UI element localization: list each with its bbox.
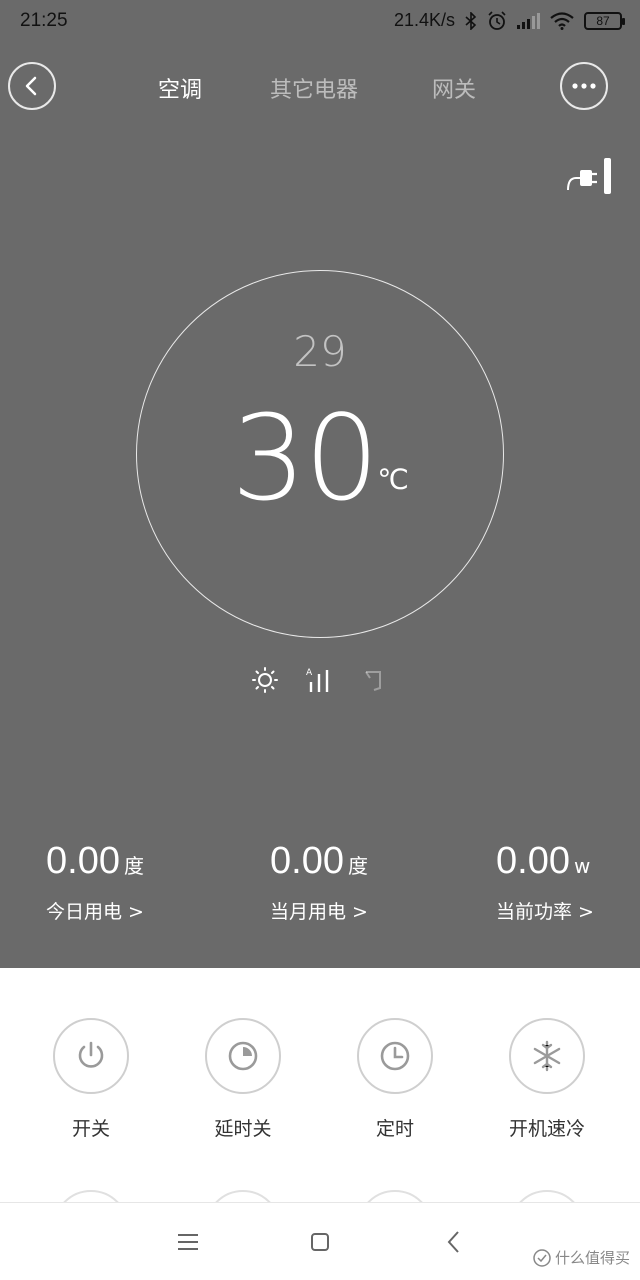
power-icon [78, 1041, 104, 1068]
next-row-control-1[interactable] [53, 1190, 129, 1202]
energy-stats: 0.00 度 今日用电 > 0.00 度 当月用电 > 0.00 w 当前功率 > [0, 840, 640, 940]
stat-month-value: 0.00 [270, 840, 344, 882]
net-speed: 21.4K/s [393, 10, 455, 30]
top-nav: 空调 其它电器 网关 [0, 60, 640, 116]
current-temperature-value: 30 [231, 389, 379, 527]
stat-power[interactable]: 0.00 w 当前功率 > [496, 840, 594, 924]
timer-ring [357, 1018, 433, 1094]
more-button[interactable] [560, 62, 608, 110]
delay-off-label: 延时关 [214, 1118, 272, 1140]
stat-month-unit: 度 [347, 854, 368, 878]
stat-today-label: 今日用电 > [46, 901, 144, 923]
system-nav-bar: 什么值得买 [0, 1202, 640, 1280]
watermark: 什么值得买 [533, 1247, 630, 1268]
quick-cool-button[interactable]: 开机速冷 [487, 1018, 607, 1141]
tab-air-conditioner[interactable]: 空调 [158, 72, 202, 104]
timer-button[interactable]: 定时 [335, 1018, 455, 1141]
stat-today-unit: 度 [123, 854, 144, 878]
clock-icon [380, 1041, 410, 1071]
svg-text:A: A [306, 668, 313, 678]
watermark-text: 什么值得买 [554, 1249, 630, 1267]
mode-indicators: A [0, 666, 640, 696]
more-dots-icon [572, 83, 596, 89]
power-label: 开关 [71, 1118, 110, 1140]
menu-icon[interactable] [175, 1229, 201, 1255]
stat-today[interactable]: 0.00 度 今日用电 > [46, 840, 144, 924]
next-row-control-3[interactable] [357, 1190, 433, 1202]
tab-gateway[interactable]: 网关 [432, 72, 476, 104]
status-time: 21:25 [20, 10, 68, 31]
battery-level: 87 [596, 13, 610, 28]
delay-off-ring [205, 1018, 281, 1094]
current-temperature: 30℃ [137, 389, 503, 527]
power-ring [53, 1018, 129, 1094]
swing-icon[interactable] [360, 666, 388, 694]
stat-power-unit: w [573, 854, 591, 878]
quick-cool-ring [509, 1018, 585, 1094]
fan-speed-auto-icon[interactable]: A [306, 666, 334, 694]
status-bar: 21:25 21.4K/s 87 [0, 0, 640, 44]
status-right: 21.4K/s 87 [393, 10, 625, 31]
bluetooth-icon [465, 11, 477, 30]
alarm-icon [488, 10, 506, 30]
tab-other-appliances[interactable]: 其它电器 [270, 72, 358, 104]
cell-signal-icon [517, 12, 540, 29]
quick-cool-label: 开机速冷 [508, 1118, 585, 1140]
smzdm-logo-icon [533, 1248, 551, 1267]
back-triangle-icon[interactable] [441, 1229, 467, 1255]
stat-month-label: 当月用电 > [270, 901, 368, 923]
device-tabs: 空调 其它电器 网关 [0, 72, 640, 104]
next-row-control-4[interactable] [509, 1190, 585, 1202]
delay-off-button[interactable]: 延时关 [183, 1018, 303, 1141]
control-panel: 开关 延时关 定时 开机速冷 [0, 968, 640, 1202]
home-square-icon[interactable] [307, 1229, 333, 1255]
snowflake-icon [533, 1040, 561, 1072]
wifi-icon [550, 11, 574, 30]
target-temperature: 29 [293, 327, 347, 376]
stat-power-value: 0.00 [496, 840, 570, 882]
plug-icon[interactable] [566, 156, 614, 196]
temperature-dial[interactable]: 29 30℃ [136, 270, 504, 638]
stat-power-label: 当前功率 > [496, 901, 594, 923]
delay-timer-icon [228, 1041, 258, 1071]
battery-icon: 87 [584, 11, 625, 30]
next-row-control-2[interactable] [205, 1190, 281, 1202]
sun-icon[interactable] [251, 666, 279, 694]
temperature-unit: ℃ [377, 463, 409, 496]
stat-month[interactable]: 0.00 度 当月用电 > [270, 840, 368, 924]
power-button[interactable]: 开关 [31, 1018, 151, 1141]
timer-label: 定时 [375, 1118, 414, 1140]
stat-today-value: 0.00 [46, 840, 120, 882]
